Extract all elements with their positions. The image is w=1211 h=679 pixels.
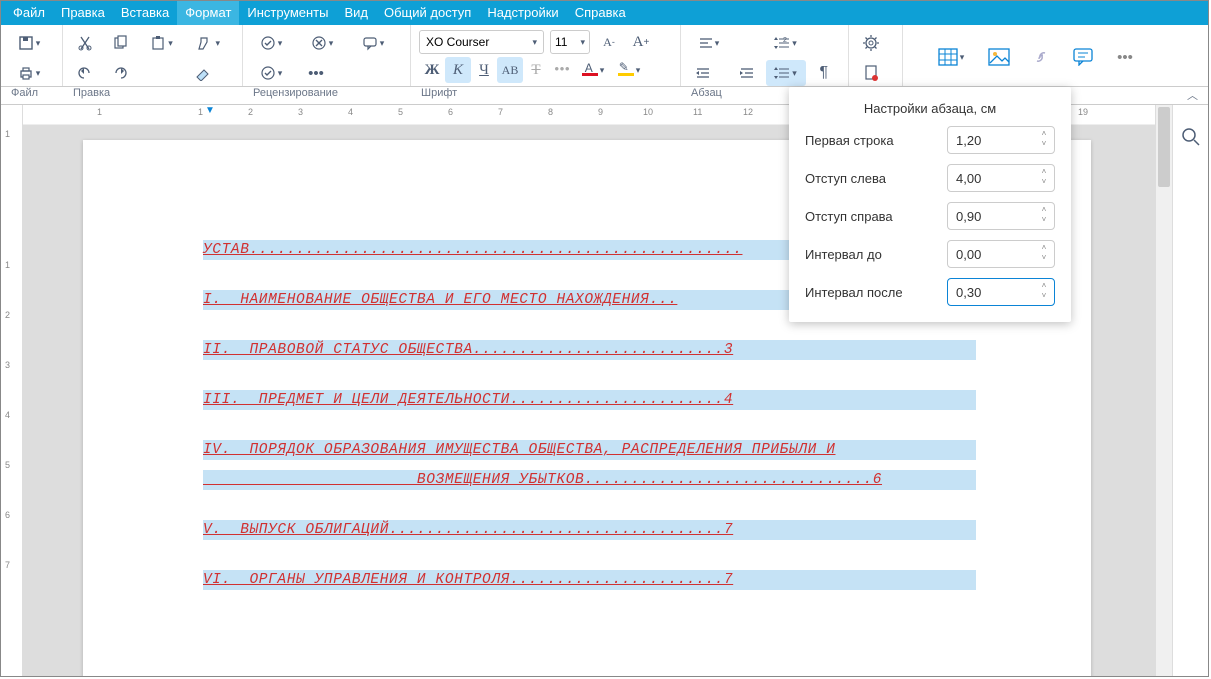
doc-alert-button[interactable] bbox=[857, 60, 885, 86]
align-button[interactable]: ▾ bbox=[689, 30, 729, 56]
font-size-select[interactable]: 11▾ bbox=[550, 30, 590, 54]
toc-line[interactable]: II. ПРАВОВОЙ СТАТУС ОБЩЕСТВА............… bbox=[203, 340, 976, 360]
eraser-button[interactable] bbox=[189, 60, 217, 86]
comment-mode-button[interactable]: ▾ bbox=[353, 30, 393, 56]
bold-button[interactable]: Ж bbox=[419, 57, 445, 83]
menu-help[interactable]: Справка bbox=[567, 1, 634, 25]
strike-button[interactable]: T bbox=[523, 57, 549, 83]
toc-line[interactable]: III. ПРЕДМЕТ И ЦЕЛИ ДЕЯТЕЛЬНОСТИ........… bbox=[203, 390, 976, 410]
first-line-input[interactable]: 1,20˄˅ bbox=[947, 126, 1055, 154]
table-button[interactable]: ▾ bbox=[931, 44, 971, 70]
image-button[interactable] bbox=[985, 44, 1013, 70]
vertical-scrollbar[interactable] bbox=[1155, 105, 1172, 676]
paragraph-settings-popup: Настройки абзаца, см Первая строка 1,20˄… bbox=[789, 87, 1071, 322]
highlight-color-button[interactable]: ✎▾ bbox=[611, 57, 647, 83]
format-painter-button[interactable]: ▾ bbox=[189, 30, 229, 56]
menubar: Файл Правка Вставка Формат Инструменты В… bbox=[1, 1, 1208, 25]
italic-button[interactable]: К bbox=[445, 57, 471, 83]
right-panel bbox=[1172, 105, 1208, 676]
menu-insert[interactable]: Вставка bbox=[113, 1, 177, 25]
label-review: Рецензирование bbox=[243, 87, 411, 104]
group-file: ▾ ▾ bbox=[1, 25, 63, 86]
settings-button[interactable] bbox=[857, 30, 885, 56]
redo-button[interactable] bbox=[106, 60, 134, 86]
track-changes-button[interactable]: ▾ bbox=[251, 60, 291, 86]
underline-button[interactable]: Ч bbox=[471, 57, 497, 83]
group-font: XO Courser▾ 11▾ A- A+ Ж К Ч АВ T ••• A▾ … bbox=[411, 25, 681, 86]
space-before-label: Интервал до bbox=[805, 247, 882, 262]
group-paragraph: ▾ 2▾ ▾ ¶ bbox=[681, 25, 849, 86]
outdent-button[interactable] bbox=[689, 60, 717, 86]
toolbar: ▾ ▾ ▾ ▾ ▾ ▾ ▾ ••• ▾ bbox=[1, 25, 1208, 87]
paragraph-settings-button[interactable]: ▾ bbox=[766, 60, 806, 86]
search-icon[interactable] bbox=[1181, 127, 1201, 147]
menu-file[interactable]: Файл bbox=[5, 1, 53, 25]
space-before-input[interactable]: 0,00˄˅ bbox=[947, 240, 1055, 268]
indent-right-input[interactable]: 0,90˄˅ bbox=[947, 202, 1055, 230]
font-family-value: XO Courser bbox=[426, 35, 489, 49]
menu-view[interactable]: Вид bbox=[336, 1, 376, 25]
toc-line[interactable]: IV. ПОРЯДОК ОБРАЗОВАНИЯ ИМУЩЕСТВА ОБЩЕСТ… bbox=[203, 440, 976, 460]
link-button[interactable] bbox=[1027, 44, 1055, 70]
popup-title: Настройки абзаца, см bbox=[805, 101, 1055, 116]
label-edit: Правка bbox=[63, 87, 243, 104]
svg-text:2: 2 bbox=[783, 37, 787, 44]
group-settings bbox=[849, 25, 903, 86]
font-color-button[interactable]: A▾ bbox=[575, 57, 611, 83]
copy-button[interactable] bbox=[106, 30, 134, 56]
menu-addons[interactable]: Надстройки bbox=[479, 1, 566, 25]
comment-button[interactable] bbox=[1069, 44, 1097, 70]
toc-line[interactable]: ВОЗМЕЩЕНИЯ УБЫТКОВ......................… bbox=[203, 470, 976, 490]
space-after-input[interactable]: 0,30˄˅ bbox=[947, 278, 1055, 306]
menu-edit[interactable]: Правка bbox=[53, 1, 113, 25]
indent-button[interactable] bbox=[733, 60, 761, 86]
font-family-select[interactable]: XO Courser▾ bbox=[419, 30, 544, 54]
space-after-label: Интервал после bbox=[805, 285, 903, 300]
decrease-font-button[interactable]: A- bbox=[596, 29, 622, 55]
indent-right-label: Отступ справа bbox=[805, 209, 893, 224]
accept-button[interactable]: ▾ bbox=[251, 30, 291, 56]
label-font: Шрифт bbox=[411, 87, 681, 104]
pilcrow-button[interactable]: ¶ bbox=[810, 60, 838, 86]
cut-button[interactable] bbox=[71, 30, 99, 56]
save-button[interactable]: ▾ bbox=[9, 30, 49, 56]
toc-line[interactable]: VI. ОРГАНЫ УПРАВЛЕНИЯ И КОНТРОЛЯ........… bbox=[203, 570, 976, 590]
group-edit: ▾ ▾ bbox=[63, 25, 243, 86]
vertical-ruler: 1 1 2 3 4 5 6 7 bbox=[1, 105, 23, 676]
more-insert-button[interactable]: ••• bbox=[1111, 44, 1139, 70]
font-size-value: 11 bbox=[555, 35, 567, 49]
highlight-button[interactable]: АВ bbox=[497, 57, 523, 83]
menu-share[interactable]: Общий доступ bbox=[376, 1, 479, 25]
label-file: Файл bbox=[1, 87, 63, 104]
indent-left-label: Отступ слева bbox=[805, 171, 886, 186]
print-button[interactable]: ▾ bbox=[9, 60, 49, 86]
menu-format[interactable]: Формат bbox=[177, 1, 239, 25]
increase-font-button[interactable]: A+ bbox=[628, 29, 654, 55]
undo-button[interactable] bbox=[71, 60, 99, 86]
more-font-button[interactable]: ••• bbox=[549, 57, 575, 83]
toc-line[interactable]: V. ВЫПУСК ОБЛИГАЦИЙ.....................… bbox=[203, 520, 976, 540]
reject-button[interactable]: ▾ bbox=[302, 30, 342, 56]
indent-left-input[interactable]: 4,00˄˅ bbox=[947, 164, 1055, 192]
group-insert: ▾ ••• bbox=[903, 25, 1208, 86]
group-review: ▾ ▾ ▾ ••• ▾ bbox=[243, 25, 411, 86]
indent-marker-icon[interactable]: ▼ bbox=[205, 105, 215, 116]
paste-button[interactable]: ▾ bbox=[142, 30, 182, 56]
first-line-label: Первая строка bbox=[805, 133, 894, 148]
menu-tools[interactable]: Инструменты bbox=[239, 1, 336, 25]
more-button[interactable]: ••• bbox=[302, 60, 330, 86]
line-spacing-button[interactable]: 2▾ bbox=[766, 30, 806, 56]
